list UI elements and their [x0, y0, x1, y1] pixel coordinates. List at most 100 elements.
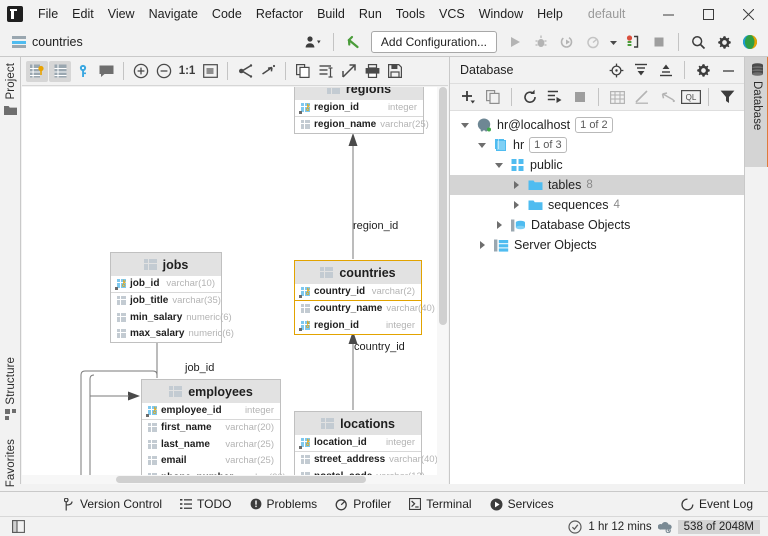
bottom-item-event-log[interactable]: Event Log: [672, 492, 762, 517]
search-everywhere-icon[interactable]: [686, 30, 710, 54]
right-rail-tab-database[interactable]: Database: [745, 57, 768, 167]
export-icon[interactable]: [338, 61, 360, 82]
chevron-right-icon[interactable]: [509, 201, 523, 209]
print-icon[interactable]: [361, 61, 383, 82]
zoom-out-icon[interactable]: [153, 61, 175, 82]
expand-all-icon[interactable]: [629, 58, 653, 82]
minimize-icon[interactable]: [648, 0, 688, 28]
entity-column[interactable]: max_salary numeric(6): [111, 326, 234, 343]
menu-tools[interactable]: Tools: [389, 4, 432, 24]
entity-regions[interactable]: regions ⚷ region_id integer region_name varch…: [294, 87, 429, 134]
entity-jobs[interactable]: jobs ⚷ job_id varchar(10) job_title varchar(3…: [110, 252, 234, 343]
scrollbar-thumb[interactable]: [439, 87, 447, 325]
add-configuration-button[interactable]: Add Configuration...: [370, 31, 497, 53]
menu-edit[interactable]: Edit: [65, 4, 101, 24]
attach-debugger-icon[interactable]: [621, 30, 645, 54]
menu-navigate[interactable]: Navigate: [142, 4, 205, 24]
bottom-item-version-control[interactable]: Version Control: [55, 492, 171, 517]
chevron-down-icon[interactable]: [475, 142, 489, 148]
collapse-all-icon[interactable]: [654, 58, 678, 82]
diagram-horizontal-scrollbar[interactable]: [22, 475, 448, 484]
entity-column[interactable]: ⚷ job_id varchar(10): [111, 276, 221, 293]
chevron-right-icon[interactable]: [492, 221, 506, 229]
entity-column[interactable]: ⚷ employee_id integer: [142, 403, 280, 420]
user-dropdown-icon[interactable]: [302, 30, 326, 54]
copy-icon[interactable]: [292, 61, 314, 82]
bottom-item-terminal[interactable]: Terminal: [400, 492, 480, 517]
menu-build[interactable]: Build: [310, 4, 352, 24]
er-diagram-canvas[interactable]: regions ⚷ region_id integer region_name varch…: [22, 87, 448, 484]
menu-refactor[interactable]: Refactor: [249, 4, 310, 24]
entity-employees[interactable]: employees ⚷ employee_id integer first_name va…: [141, 379, 286, 484]
entity-column[interactable]: ⚷ region_id integer: [295, 100, 423, 117]
entity-header[interactable]: jobs: [110, 252, 222, 276]
bottom-item-problems[interactable]: Problems: [241, 492, 327, 517]
menu-window[interactable]: Window: [472, 4, 530, 24]
database-tree[interactable]: hr@localhost 1 of 2 hr 1 of 3 public tables 8 s…: [450, 111, 744, 484]
run-script-icon[interactable]: [543, 85, 567, 109]
zoom-in-icon[interactable]: [130, 61, 152, 82]
query-console-icon[interactable]: QL: [680, 85, 702, 109]
entity-locations[interactable]: locations ⚷ location_id integer street_addre…: [294, 411, 438, 484]
entity-column[interactable]: job_title varchar(35): [111, 293, 221, 310]
entity-column[interactable]: region_name varchar(25): [295, 117, 429, 134]
jump-to-icon[interactable]: [655, 85, 679, 109]
entity-countries[interactable]: countries ⚷ country_id varchar(2) country_na…: [294, 260, 435, 335]
settings-gear-icon[interactable]: [691, 58, 715, 82]
fit-content-icon[interactable]: [199, 61, 221, 82]
show-comments-toggle[interactable]: [95, 61, 117, 82]
run-with-coverage-icon[interactable]: [555, 30, 579, 54]
stop-icon[interactable]: [647, 30, 671, 54]
tree-node-tables[interactable]: tables 8: [450, 175, 744, 195]
chevron-right-icon[interactable]: [509, 181, 523, 189]
entity-column[interactable]: last_name varchar(25): [142, 436, 280, 453]
breadcrumb[interactable]: countries: [12, 35, 83, 49]
toggle-bottom-panel-icon[interactable]: [6, 515, 30, 536]
close-icon[interactable]: [728, 0, 768, 28]
entity-header[interactable]: locations: [294, 411, 422, 435]
entity-column[interactable]: street_address varchar(40): [295, 452, 438, 469]
show-keys-toggle[interactable]: [72, 61, 94, 82]
layout-icon[interactable]: [234, 61, 256, 82]
ide-assistant-icon[interactable]: [738, 30, 762, 54]
apply-layout-icon[interactable]: [257, 61, 279, 82]
show-indices-toggle[interactable]: [49, 60, 71, 82]
modify-icon[interactable]: [630, 85, 654, 109]
chevron-down-icon[interactable]: [607, 30, 619, 54]
add-icon[interactable]: [456, 85, 480, 109]
tree-node-database-objects[interactable]: Database Objects: [450, 215, 744, 235]
menu-run[interactable]: Run: [352, 4, 389, 24]
bottom-item-profiler[interactable]: Profiler: [326, 492, 400, 517]
run-icon[interactable]: [503, 30, 527, 54]
gc-icon[interactable]: [657, 520, 672, 533]
edit-notes-icon[interactable]: [315, 61, 337, 82]
tree-node-public[interactable]: public: [450, 155, 744, 175]
bottom-item-todo[interactable]: TODO: [171, 492, 240, 517]
sidebar-item-project[interactable]: Project: [0, 63, 21, 115]
menu-vcs[interactable]: VCS: [432, 4, 472, 24]
tree-node-hr-localhost[interactable]: hr@localhost 1 of 2: [450, 115, 744, 135]
entity-column[interactable]: ⚷ location_id integer: [295, 435, 421, 452]
show-columns-toggle[interactable]: [26, 60, 48, 82]
diagram-vertical-scrollbar[interactable]: [437, 87, 448, 484]
entity-column[interactable]: first_name varchar(20): [142, 420, 280, 437]
back-arrow-icon[interactable]: [341, 30, 365, 54]
sidebar-item-structure[interactable]: Structure: [0, 357, 21, 420]
scrollbar-thumb[interactable]: [116, 476, 366, 483]
entity-column[interactable]: min_salary numeric(6): [111, 309, 232, 326]
menu-help[interactable]: Help: [530, 4, 570, 24]
maximize-icon[interactable]: [688, 0, 728, 28]
entity-column[interactable]: email varchar(25): [142, 453, 280, 470]
tree-node-sequences[interactable]: sequences 4: [450, 195, 744, 215]
entity-column[interactable]: ⚷ country_id varchar(2): [295, 284, 421, 301]
hide-panel-icon[interactable]: [716, 58, 740, 82]
entity-column[interactable]: ⚷ region_id integer: [295, 317, 421, 334]
memory-indicator[interactable]: 538 of 2048M: [677, 519, 760, 534]
tree-node-server-objects[interactable]: Server Objects: [450, 235, 744, 255]
duplicate-icon[interactable]: [481, 85, 505, 109]
menu-view[interactable]: View: [101, 4, 142, 24]
debug-icon[interactable]: [529, 30, 553, 54]
menu-file[interactable]: File: [31, 4, 65, 24]
settings-gear-icon[interactable]: [712, 30, 736, 54]
chevron-down-icon[interactable]: [492, 162, 506, 168]
